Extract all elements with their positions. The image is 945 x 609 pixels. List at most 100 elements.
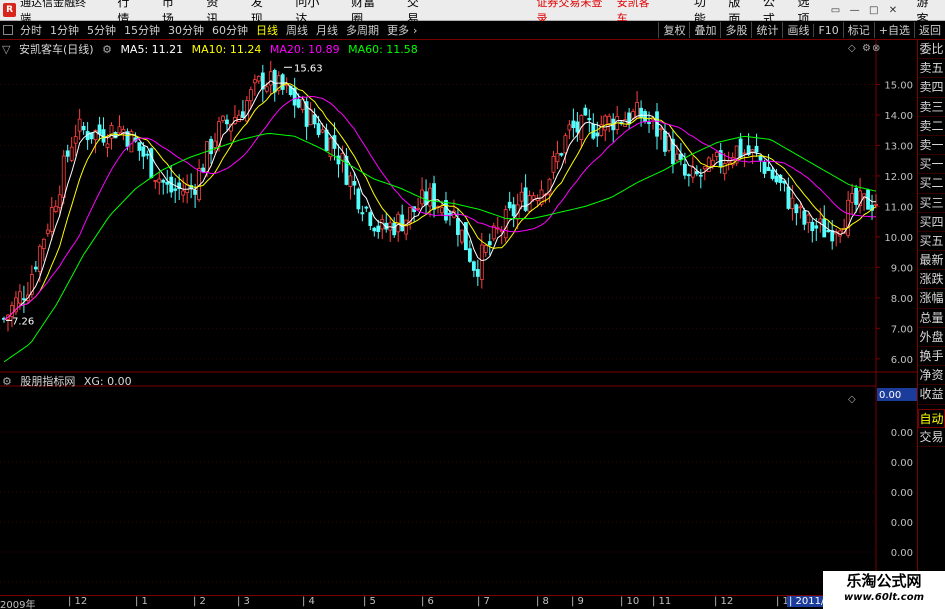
sub-tick-label: 0.00 — [891, 428, 913, 439]
trade-button[interactable]: 交易 — [918, 428, 945, 447]
settings-icon[interactable]: ⚙ — [102, 43, 112, 56]
sub-settings-icon[interactable]: ⚙ — [2, 375, 12, 388]
tab-period-3[interactable]: 15分钟 — [120, 22, 164, 38]
tab-period-1[interactable]: 1分钟 — [46, 22, 83, 38]
window-mode-icon[interactable]: ▭ — [829, 3, 842, 17]
date-label: | 8 — [536, 596, 549, 607]
candle-body — [324, 129, 329, 151]
candle-body — [475, 269, 480, 277]
auto-trade-button[interactable]: 自动 — [918, 408, 945, 428]
candle-body — [762, 161, 767, 174]
side-item-17[interactable]: 净资 — [918, 366, 945, 386]
maximize-icon[interactable]: □ — [867, 3, 880, 17]
candle-body — [583, 107, 588, 116]
candle-body — [850, 193, 855, 203]
chart-canvas[interactable]: 6.00 7.00 8.00 9.00 10.00 11.00 12.00 13.00 14.0… — [0, 40, 917, 595]
tab-period-10[interactable]: 更多 — [383, 22, 413, 38]
tab-period-6[interactable]: 日线 — [252, 22, 282, 38]
sub-tick-label: 0.00 — [891, 548, 913, 559]
candle-body — [571, 120, 576, 129]
candle-body — [710, 159, 715, 166]
tab-period-7[interactable]: 周线 — [282, 22, 312, 38]
candle-body — [73, 136, 78, 144]
chevron-right-icon[interactable]: › — [413, 24, 417, 37]
tab-period-8[interactable]: 月线 — [312, 22, 342, 38]
tab-period-9[interactable]: 多周期 — [342, 22, 383, 38]
candle-body — [631, 111, 636, 119]
side-item-12[interactable]: 涨跌 — [918, 270, 945, 290]
candle-body — [57, 194, 62, 209]
minimize-icon[interactable]: — — [848, 3, 861, 17]
side-item-6[interactable]: 买一 — [918, 155, 945, 175]
candle-body — [97, 124, 102, 135]
date-label: | 9 — [571, 596, 584, 607]
side-item-4[interactable]: 卖二 — [918, 117, 945, 136]
kline-chart[interactable]: 6.00 7.00 8.00 9.00 10.00 11.00 12.00 13.00 14.0… — [0, 40, 917, 595]
main-legend: ▽ 安凯客车(日线) ⚙ MA5: 11.21 MA10: 11.24 MA20… — [2, 41, 423, 57]
side-item-16[interactable]: 换手 — [918, 347, 945, 367]
sub-tick-label: 0.00 — [891, 488, 913, 499]
collapse-icon[interactable]: ▽ — [2, 43, 10, 56]
candle-body — [237, 114, 241, 123]
candle-body — [519, 191, 524, 202]
overlay-button[interactable]: 叠加 — [689, 22, 720, 38]
tab-period-2[interactable]: 5分钟 — [83, 22, 120, 38]
candle-body — [18, 291, 22, 304]
side-item-10[interactable]: 买五 — [918, 232, 945, 252]
tab-period-5[interactable]: 60分钟 — [208, 22, 252, 38]
back-button[interactable]: 返回 — [914, 22, 945, 38]
statistics-button[interactable]: 统计 — [751, 22, 782, 38]
side-item-8[interactable]: 买三 — [918, 194, 945, 213]
menu-bar: R 通达信金融终端 行情 市场 资讯 发现 问小达 财富圈 交易 证券交易未登录… — [0, 0, 945, 26]
ma5-line — [3, 80, 876, 320]
close-pane-icon: ⊗ — [872, 43, 880, 54]
side-item-14[interactable]: 总量 — [918, 309, 945, 328]
date-label: 2009年 — [0, 600, 36, 609]
side-item-18[interactable]: 收益 — [918, 385, 945, 405]
close-icon[interactable]: ✕ — [886, 3, 899, 17]
candle-body — [690, 167, 695, 178]
candle-body — [53, 205, 58, 213]
tab-period-4[interactable]: 30分钟 — [164, 22, 208, 38]
price-tick-label: 12.00 — [884, 172, 913, 183]
mark-button[interactable]: 标记 — [842, 22, 874, 38]
restore-rights-button[interactable]: 复权 — [658, 22, 689, 38]
add-favorite-button[interactable]: +自选 — [873, 22, 914, 38]
side-item-7[interactable]: 买二 — [918, 174, 945, 194]
toolbar-toggle-icon[interactable] — [3, 25, 13, 35]
side-item-0[interactable]: 委比 — [918, 40, 945, 60]
ma10-value: MA10: 11.24 — [191, 43, 262, 56]
side-item-1[interactable]: 卖五 — [918, 59, 945, 79]
side-item-11[interactable]: 最新 — [918, 251, 945, 271]
side-item-2[interactable]: 卖四 — [918, 78, 945, 98]
candle-body — [356, 188, 361, 210]
candle-body — [722, 163, 727, 175]
candle-body — [181, 190, 186, 196]
candle-body — [643, 111, 647, 122]
candle-body — [280, 74, 285, 90]
side-item-15[interactable]: 外盘 — [918, 328, 945, 347]
price-tick-label: 6.00 — [891, 355, 913, 366]
date-label: | 2 — [193, 596, 206, 607]
candle-body — [567, 124, 572, 131]
date-label: | 6 — [421, 596, 434, 607]
candle-body — [37, 245, 42, 272]
draw-line-button[interactable]: 画线 — [782, 22, 813, 38]
candle-body — [467, 248, 472, 262]
tab-period-0[interactable]: 分时 — [16, 22, 46, 38]
side-item-9[interactable]: 买四 — [918, 213, 945, 232]
side-item-13[interactable]: 涨幅 — [918, 289, 945, 309]
multi-stock-button[interactable]: 多股 — [720, 22, 751, 38]
candle-body — [225, 119, 229, 125]
candle-body — [794, 204, 799, 214]
candle-body — [663, 130, 667, 152]
candle-body — [766, 166, 771, 172]
side-item-3[interactable]: 卖三 — [918, 98, 945, 117]
f10-button[interactable]: F10 — [813, 23, 842, 37]
candle-body — [360, 212, 365, 215]
candle-body — [686, 174, 691, 177]
candle-body — [754, 145, 759, 153]
candle-body — [272, 70, 277, 93]
price-tick-label: 7.00 — [891, 324, 913, 335]
side-item-5[interactable]: 卖一 — [918, 136, 945, 156]
